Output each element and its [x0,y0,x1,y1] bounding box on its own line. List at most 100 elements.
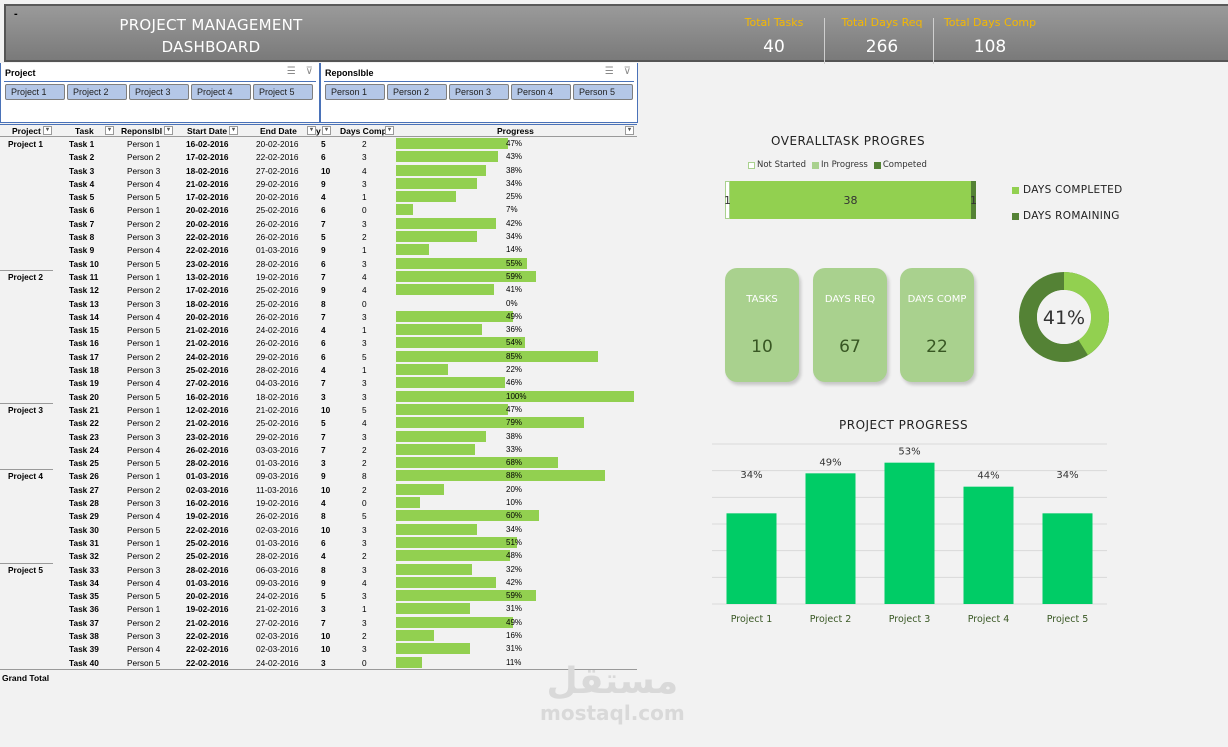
overall-progress-title: OVERALLTASK PROGRES [771,134,926,148]
table-row: Task 5 Person 5 17-02-2016 20-02-2016 4 1 25% [0,190,637,203]
slicer-item-project-4[interactable]: Project 4 [191,84,251,100]
slicer-item-project-3[interactable]: Project 3 [129,84,189,100]
progress-bar [396,324,482,336]
slicer-item-person-4[interactable]: Person 4 [511,84,571,100]
cell-days-req: 6 [321,205,326,216]
cell-task: Task 35 [69,591,99,602]
cell-responsible: Person 4 [127,511,161,522]
pivot-header: Project ▾ Task ▾ Reponslbl ▾ Start Date … [0,124,637,137]
cell-end-date: 26-02-2016 [256,338,299,349]
clear-filter-icon[interactable]: ⊽ [306,66,313,77]
cell-progress-pct: 47% [506,404,523,414]
cell-responsible: Person 3 [127,498,161,509]
slicer-item-person-3[interactable]: Person 3 [449,84,509,100]
slicer-item-project-1[interactable]: Project 1 [5,84,65,100]
cell-progress-pct: 43% [506,152,523,162]
progress-bar [396,284,494,296]
slicer-item-person-5[interactable]: Person 5 [573,84,633,100]
slicer-item-person-1[interactable]: Person 1 [325,84,385,100]
multi-select-icon[interactable]: ☰ [605,66,614,77]
cell-task: Task 20 [69,391,99,402]
cell-end-date: 29-02-2016 [256,178,299,189]
cell-end-date: 27-02-2016 [256,617,299,628]
progress-bar [396,616,513,628]
kpi-label: Total Tasks [744,16,804,29]
title-line-1: PROJECT MANAGEMENT [119,16,303,34]
cell-project: Project 1 [8,139,44,149]
table-row: Task 39 Person 4 22-02-2016 02-03-2016 10 3 31… [0,642,637,655]
progress-bar [396,483,444,495]
filter-dropdown-icon[interactable]: ▾ [385,126,394,135]
progress-bar [396,350,599,362]
table-row: Project 1 Task 1 Person 1 16-02-2016 20-02-2… [0,137,637,150]
cell-responsible: Person 3 [127,232,161,243]
filter-dropdown-icon[interactable]: ▾ [229,126,238,135]
cell-responsible: Person 5 [127,325,161,336]
filter-dropdown-icon[interactable]: ▾ [164,126,173,135]
cell-days-req: 8 [321,298,326,309]
cell-responsible: Person 5 [127,192,161,203]
cell-days-req: 7 [321,378,326,389]
cell-days-comp: 2 [362,139,367,149]
responsible-slicer: Reponslble ☰ ⊽ Person 1 Person 2 Person … [320,63,638,123]
cell-start-date: 25-02-2016 [186,365,229,376]
cell-progress-pct: 59% [506,271,523,281]
cell-days-req: 7 [321,444,326,455]
cell-progress-pct: 20% [506,484,523,494]
progress-bar [396,403,508,415]
table-row: Task 32 Person 2 25-02-2016 28-02-2016 4 2 48% [0,549,637,562]
cell-task: Task 30 [69,524,99,535]
table-row: Task 4 Person 4 21-02-2016 29-02-2016 9 3 34% [0,177,637,190]
cell-days-req: 10 [321,484,331,495]
cell-progress-pct: 55% [506,258,523,268]
kpi-label: Total Days Comp [943,16,1037,29]
cell-start-date: 16-02-2016 [186,139,229,149]
filter-dropdown-icon[interactable]: ▾ [43,126,52,135]
filter-dropdown-icon[interactable]: ▾ [322,126,331,135]
cell-days-comp: 3 [362,524,367,535]
cell-progress-pct: 68% [506,458,523,468]
cell-task: Task 38 [69,630,99,641]
slicer-item-person-2[interactable]: Person 2 [387,84,447,100]
cell-days-req: 3 [321,391,326,402]
table-row: Project 3 Task 21 Person 1 12-02-2016 21-02-… [0,402,637,416]
data-label: 49% [819,457,841,468]
col-header-end-date: End Date [260,126,297,136]
filter-dropdown-icon[interactable]: ▾ [105,126,114,135]
cell-days-req: 4 [321,365,326,376]
multi-select-icon[interactable]: ☰ [287,66,296,77]
card-days-comp: DAYS COMP 22 [900,268,974,382]
filter-dropdown-icon[interactable]: ▾ [307,126,316,135]
project-progress-title: PROJECT PROGRESS [839,418,969,432]
filter-dropdown-icon[interactable]: ▾ [625,126,634,135]
cell-days-req: 7 [321,271,326,282]
clear-filter-icon[interactable]: ⊽ [624,66,631,77]
progress-bar [396,443,475,455]
progress-bar [396,164,487,176]
col-header-project: Project [12,126,41,136]
cell-progress-pct: 31% [506,604,523,614]
cell-responsible: Person 4 [127,245,161,256]
cell-responsible: Person 3 [127,564,161,575]
completion-donut: 41% [1019,272,1109,362]
stack-segment-completed: 1 [970,181,977,219]
legend-swatch [811,161,819,169]
progress-bar [396,576,496,588]
cell-days-req: 5 [321,139,326,149]
cell-task: Task 31 [69,537,99,548]
cell-start-date: 27-02-2016 [186,378,229,389]
slicer-item-project-5[interactable]: Project 5 [253,84,313,100]
table-row: Project 2 Task 11 Person 1 13-02-2016 19-02-… [0,269,637,283]
cell-responsible: Person 1 [127,537,161,548]
cell-days-comp: 3 [362,431,367,442]
table-row: Task 25 Person 5 28-02-2016 01-03-2016 3 2 68% [0,456,637,469]
cell-end-date: 26-02-2016 [256,232,299,243]
cell-start-date: 12-02-2016 [186,404,229,415]
cell-task: Task 26 [69,471,99,482]
cell-task: Task 28 [69,498,99,509]
cell-start-date: 17-02-2016 [186,192,229,203]
progress-bar [396,364,449,376]
cell-task: Task 29 [69,511,99,522]
cell-end-date: 19-02-2016 [256,271,299,282]
slicer-item-project-2[interactable]: Project 2 [67,84,127,100]
